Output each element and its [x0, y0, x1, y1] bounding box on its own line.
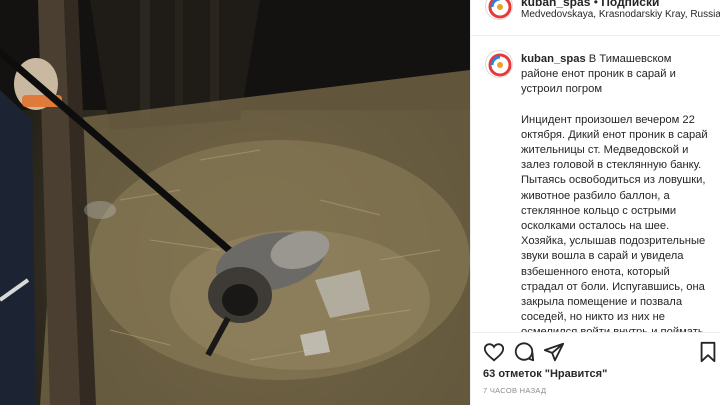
caption-body: Инцидент произошел вечером 22 октября. Д…: [521, 113, 708, 332]
kuban-spas-logo-icon: [487, 0, 512, 19]
heart-icon[interactable]: [483, 341, 505, 363]
avatar[interactable]: [485, 50, 513, 78]
bookmark-icon[interactable]: [697, 341, 719, 363]
post-location[interactable]: Medvedovskaya, Krasnodarskiy Kray, Russi…: [521, 9, 720, 20]
separator-dot: •: [593, 0, 598, 9]
raccoon-photo-illustration: [0, 0, 470, 405]
caption-username[interactable]: kuban_spas: [521, 53, 586, 65]
post-photo[interactable]: [0, 0, 470, 405]
avatar[interactable]: [485, 0, 513, 20]
post-timestamp[interactable]: 7 ЧАСОВ НАЗАД: [483, 386, 546, 395]
post-header: kuban_spas • Подписки Medvedovskaya, Kra…: [471, 0, 720, 36]
paper-plane-icon[interactable]: [543, 341, 565, 363]
post-sidebar: kuban_spas • Подписки Medvedovskaya, Kra…: [470, 0, 720, 405]
caption-text: kuban_spas В Тимашевском районе енот про…: [521, 52, 711, 332]
likes-label: отметок "Нравится": [498, 368, 608, 380]
action-bar: 63 отметок "Нравится" 7 ЧАСОВ НАЗАД: [471, 332, 720, 405]
caption-area: kuban_spas В Тимашевском районе енот про…: [471, 36, 720, 332]
likes-count[interactable]: 63 отметок "Нравится": [483, 368, 607, 380]
kuban-spas-logo-icon: [487, 52, 512, 77]
comment-icon[interactable]: [513, 341, 535, 363]
header-username[interactable]: kuban_spas: [521, 0, 590, 9]
likes-number: 63: [483, 368, 496, 380]
follow-button[interactable]: Подписки: [601, 0, 659, 9]
